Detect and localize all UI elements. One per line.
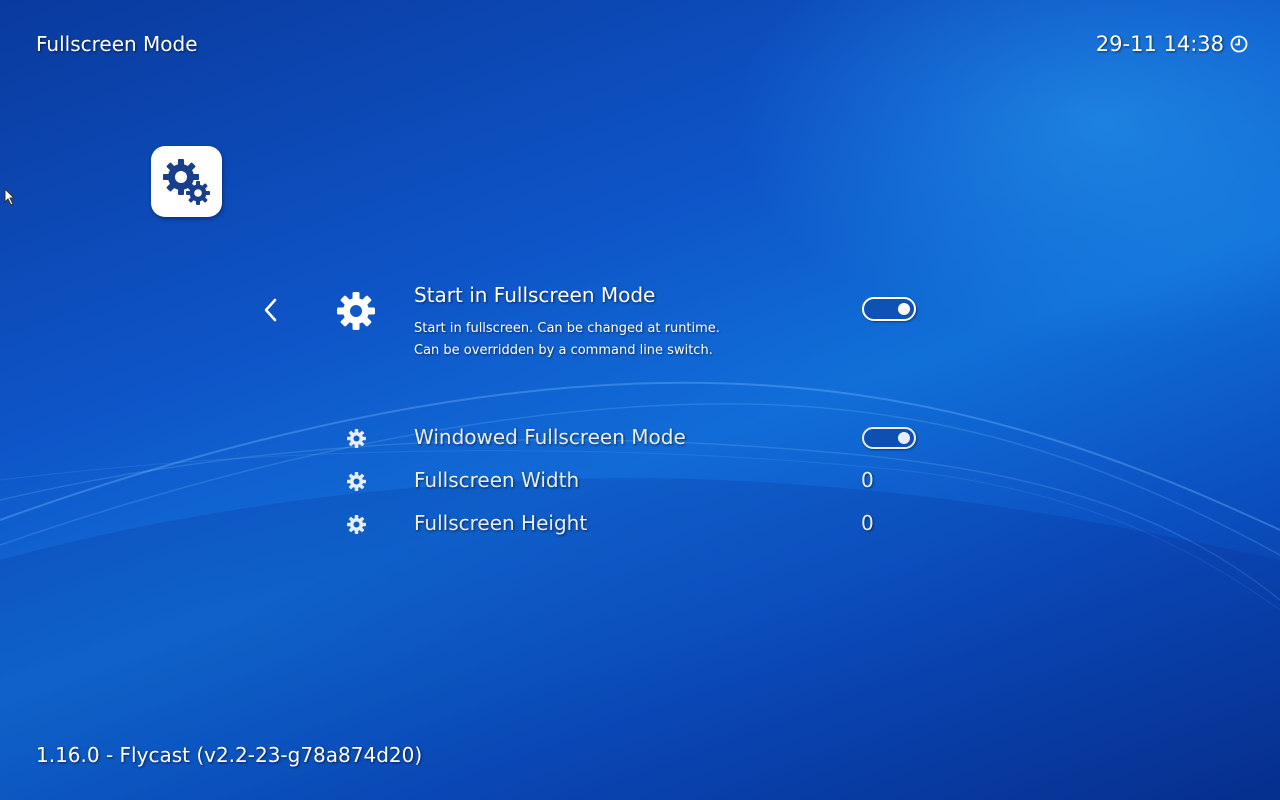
- setting-value: 0: [861, 468, 874, 492]
- windowed-fullscreen-toggle[interactable]: [862, 427, 916, 449]
- toggle-knob: [898, 432, 910, 444]
- setting-label: Fullscreen Height: [414, 511, 588, 535]
- setting-row-fullscreen-width[interactable]: Fullscreen Width 0: [330, 466, 930, 496]
- settings-gears-icon: [162, 158, 210, 205]
- setting-row-fullscreen-height[interactable]: Fullscreen Height 0: [330, 509, 930, 539]
- setting-description-line2: Can be overridden by a command line swit…: [414, 343, 713, 358]
- gear-icon: [347, 472, 366, 491]
- setting-row-start-fullscreen[interactable]: Start in Fullscreen Mode Start in fullsc…: [330, 280, 930, 370]
- back-arrow-icon[interactable]: [260, 297, 282, 323]
- setting-label: Start in Fullscreen Mode: [414, 283, 656, 307]
- clock: 29-11 14:38: [1096, 32, 1248, 56]
- clock-icon: [1230, 35, 1248, 53]
- start-fullscreen-toggle[interactable]: [862, 297, 916, 321]
- toggle-knob: [898, 303, 910, 315]
- setting-value: 0: [861, 511, 874, 535]
- setting-label: Windowed Fullscreen Mode: [414, 425, 686, 449]
- clock-text: 29-11 14:38: [1095, 32, 1224, 56]
- mouse-cursor-icon: [4, 188, 16, 206]
- settings-category-tile: [151, 146, 222, 217]
- background-glow: [0, 0, 1280, 800]
- gear-icon: [337, 292, 375, 330]
- background-waves: [0, 381, 1280, 800]
- menu-title: Fullscreen Mode: [36, 32, 198, 56]
- gear-icon: [347, 515, 366, 534]
- setting-label: Fullscreen Width: [414, 468, 580, 492]
- version-text: 1.16.0 - Flycast (v2.2-23-g78a874d20): [36, 743, 423, 767]
- gear-icon: [347, 429, 366, 448]
- setting-description-line1: Start in fullscreen. Can be changed at r…: [414, 321, 720, 336]
- setting-row-windowed-fullscreen[interactable]: Windowed Fullscreen Mode: [330, 423, 930, 453]
